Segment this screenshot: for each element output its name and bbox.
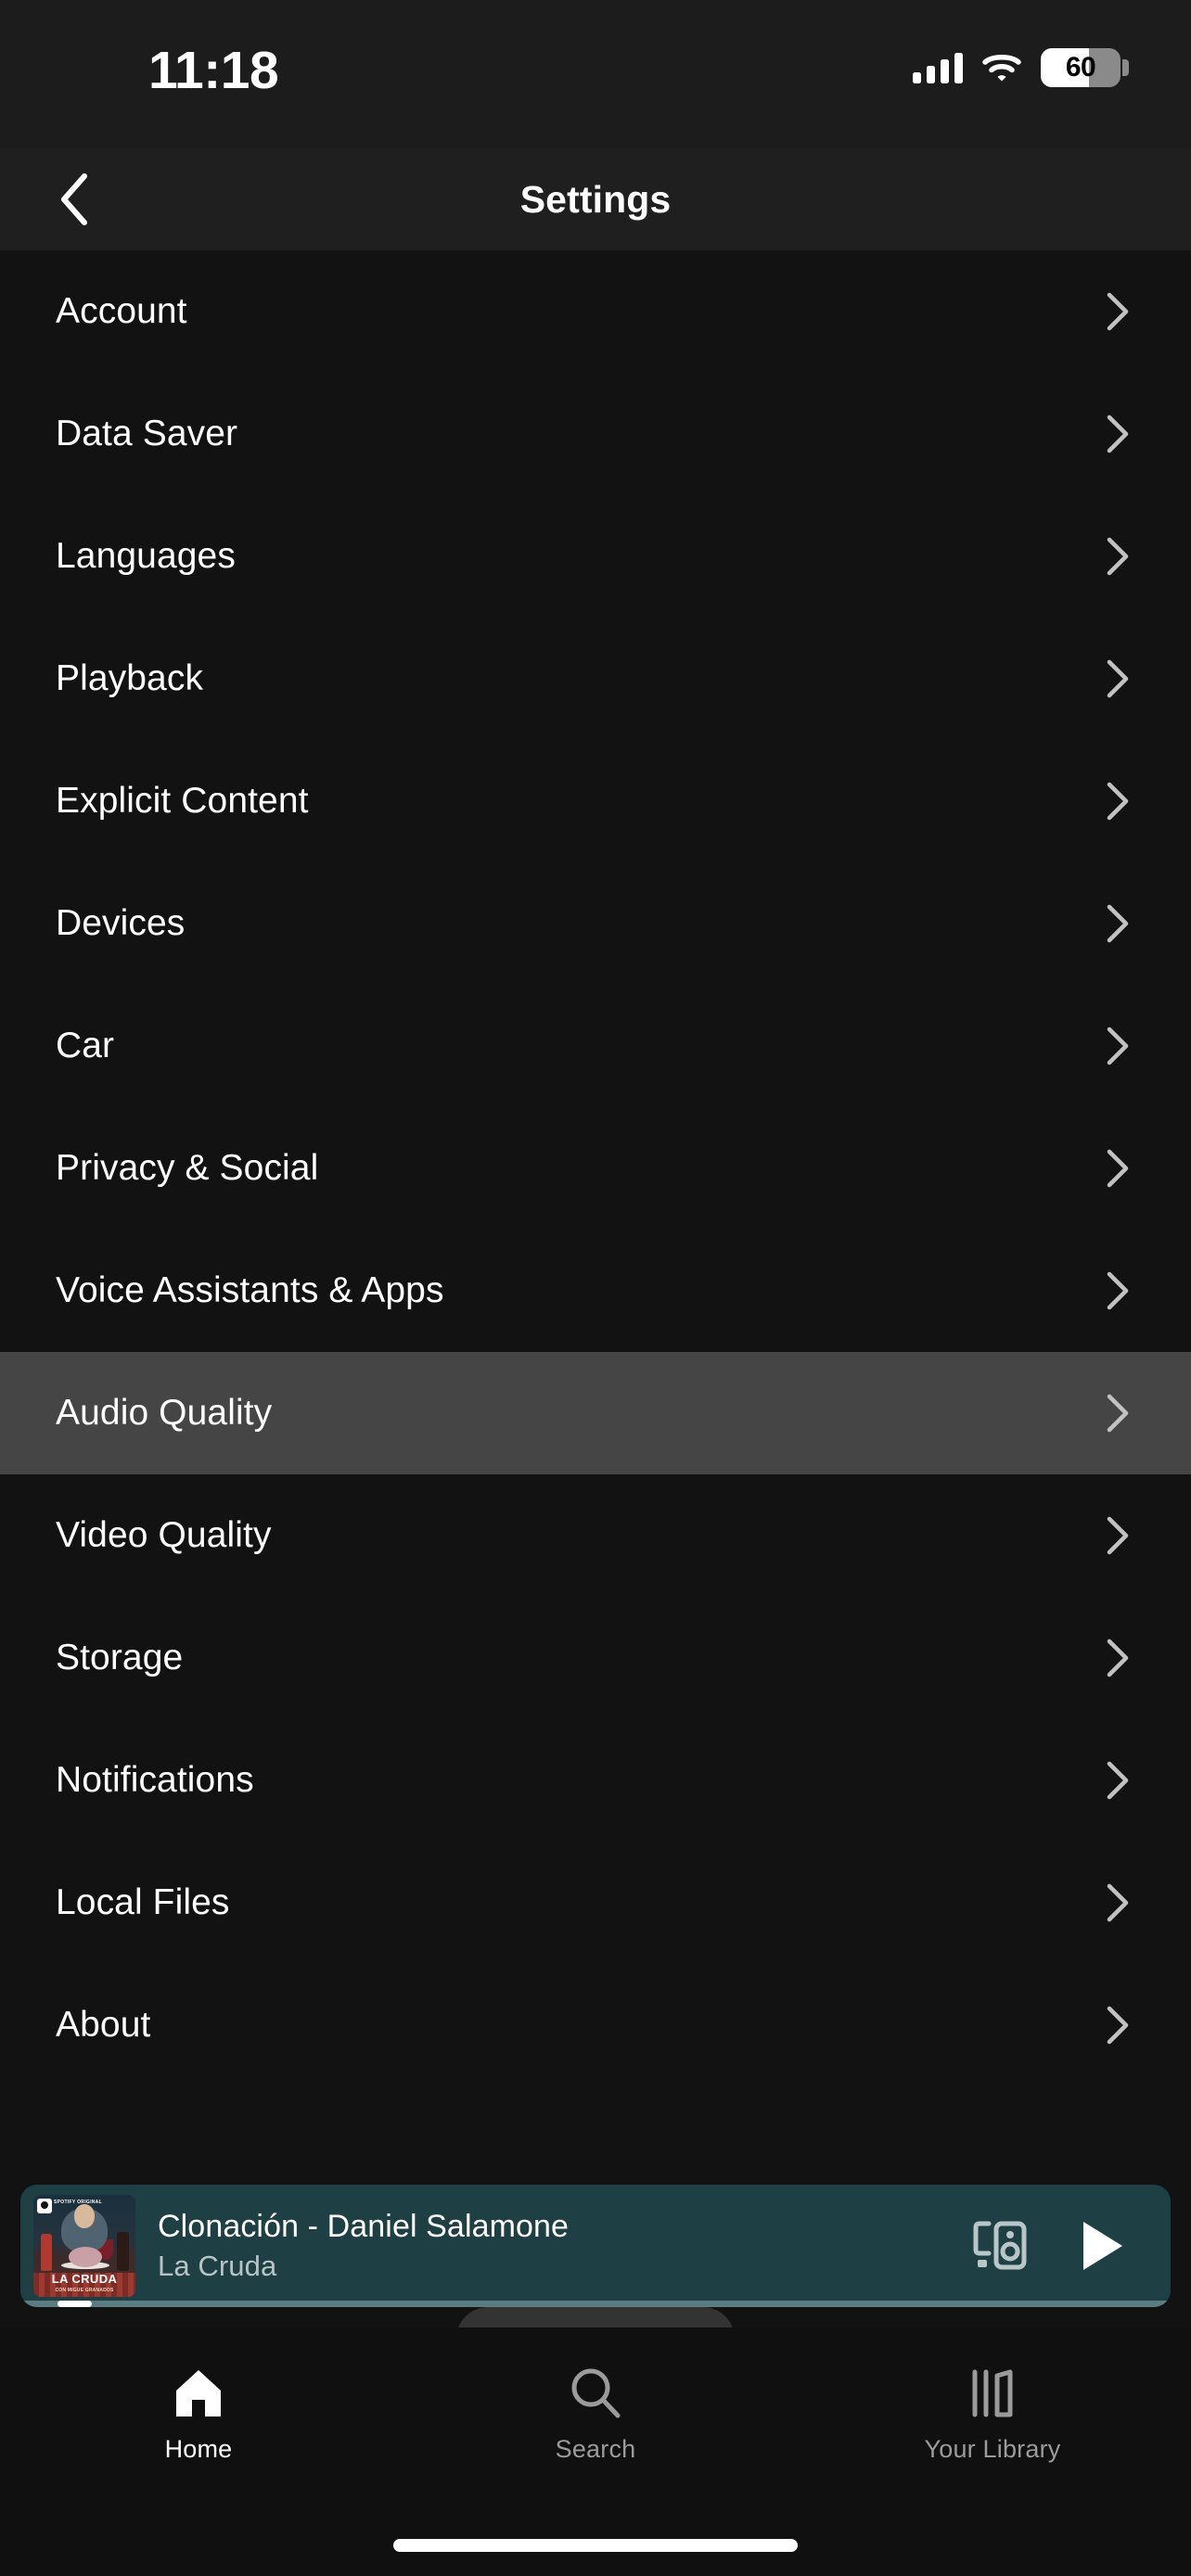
settings-row-label: Privacy & Social [56, 1148, 319, 1188]
settings-row[interactable]: Data Saver [0, 373, 1191, 495]
settings-row[interactable]: About [0, 1964, 1191, 2086]
tab-search-label: Search [555, 2435, 636, 2463]
chevron-right-icon [1096, 1025, 1139, 1067]
tab-home-label: Home [164, 2435, 233, 2463]
album-artwork: SPOTIFY ORIGINAL LA CRUDA CON MIGUE GRAN… [33, 2195, 135, 2297]
settings-row-label: Storage [56, 1638, 184, 1677]
now-playing-title: Clonación - Daniel Salamone [158, 2209, 570, 2244]
home-indicator [393, 2539, 798, 2552]
settings-row[interactable]: Languages [0, 495, 1191, 618]
artwork-show-title: LA CRUDA [51, 2272, 118, 2286]
settings-row[interactable]: Notifications [0, 1719, 1191, 1842]
settings-row[interactable]: Local Files [0, 1842, 1191, 1964]
play-icon [1083, 2222, 1122, 2270]
settings-row-label: Local Files [56, 1882, 230, 1922]
tab-search[interactable]: Search [397, 2365, 794, 2464]
settings-row[interactable]: Explicit Content [0, 740, 1191, 862]
settings-row[interactable]: Storage [0, 1597, 1191, 1719]
artwork-show-host: CON MIGUE GRANADOS [55, 2288, 114, 2293]
chevron-right-icon [1096, 1881, 1139, 1924]
cellular-signal-icon [913, 52, 963, 83]
chevron-right-icon [1096, 1269, 1139, 1312]
settings-row[interactable]: Voice Assistants & Apps [0, 1230, 1191, 1352]
now-playing-bar[interactable]: SPOTIFY ORIGINAL LA CRUDA CON MIGUE GRAN… [20, 2185, 1171, 2307]
status-indicators: 60 [913, 46, 1129, 89]
play-button[interactable] [1067, 2211, 1137, 2281]
chevron-right-icon [1096, 1514, 1139, 1557]
settings-row-label: Notifications [56, 1760, 254, 1800]
library-icon [964, 2365, 1021, 2422]
search-icon [567, 2365, 624, 2422]
settings-row-label: About [56, 2005, 151, 2045]
settings-row-label: Playback [56, 658, 204, 698]
playback-progress-bar[interactable] [20, 2301, 1171, 2307]
tab-library-label: Your Library [924, 2435, 1061, 2463]
home-icon [170, 2365, 227, 2422]
settings-row[interactable]: Account [0, 250, 1191, 373]
settings-row[interactable]: Video Quality [0, 1474, 1191, 1597]
bottom-tab-bar: Home Search Your Library [0, 2327, 1191, 2576]
settings-row[interactable]: Devices [0, 862, 1191, 985]
battery-icon: 60 [1041, 48, 1129, 87]
chevron-right-icon [1096, 413, 1139, 455]
app-screen: 11:18 60 Settings Account Data Saver Lan… [0, 0, 1191, 2576]
now-playing-subtitle: La Cruda [158, 2250, 277, 2282]
settings-row[interactable]: Car [0, 985, 1191, 1107]
spotify-logo-icon [37, 2199, 52, 2213]
settings-row-label: Video Quality [56, 1515, 272, 1555]
now-playing-text: Clonación - Daniel Salamone La Cruda [158, 2209, 965, 2283]
status-time: 11:18 [148, 41, 279, 100]
nav-header: Settings [0, 148, 1191, 250]
chevron-right-icon [1096, 1759, 1139, 1802]
chevron-right-icon [1096, 535, 1139, 578]
settings-list: Account Data Saver Languages Playback Explic… [0, 250, 1191, 2142]
settings-row[interactable]: Privacy & Social [0, 1107, 1191, 1230]
settings-row-label: Devices [56, 903, 186, 943]
tab-home[interactable]: Home [0, 2365, 397, 2464]
wifi-icon [981, 52, 1022, 83]
settings-row-label: Explicit Content [56, 781, 309, 821]
chevron-right-icon [1096, 2004, 1139, 2047]
battery-percent-label: 60 [1065, 52, 1096, 83]
chevron-right-icon [1096, 1392, 1139, 1435]
settings-row[interactable]: Audio Quality [0, 1352, 1191, 1474]
chevron-right-icon [1096, 780, 1139, 823]
page-title: Settings [519, 177, 672, 221]
settings-row-label: Car [56, 1026, 115, 1065]
artwork-original-label: SPOTIFY ORIGINAL [54, 2200, 102, 2205]
spotify-connect-device-icon[interactable] [965, 2211, 1035, 2281]
chevron-right-icon [1096, 902, 1139, 945]
settings-row[interactable]: Playback [0, 618, 1191, 740]
chevron-right-icon [1096, 657, 1139, 700]
chevron-right-icon [1096, 1147, 1139, 1190]
settings-row-label: Languages [56, 536, 236, 576]
chevron-right-icon [1096, 290, 1139, 333]
settings-row-label: Audio Quality [56, 1393, 273, 1433]
settings-row-label: Account [56, 291, 187, 331]
settings-row-label: Voice Assistants & Apps [56, 1270, 444, 1310]
tab-your-library[interactable]: Your Library [794, 2365, 1191, 2464]
settings-row-label: Data Saver [56, 414, 238, 453]
playback-progress-fill [58, 2301, 93, 2307]
status-bar: 11:18 60 [0, 0, 1191, 148]
chevron-right-icon [1096, 1637, 1139, 1679]
